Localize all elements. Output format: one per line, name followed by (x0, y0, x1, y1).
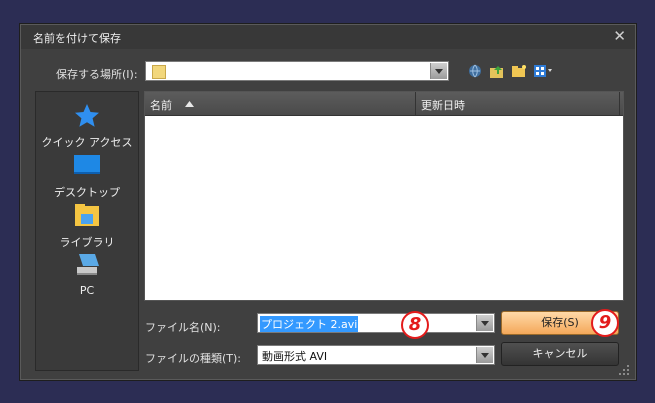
sort-ascending-icon (185, 101, 194, 107)
location-combo[interactable] (145, 61, 449, 81)
file-list[interactable]: 名前 更新日時 (144, 91, 624, 301)
sidebar-item-library[interactable]: ライブラリ (36, 202, 138, 250)
column-divider[interactable] (415, 92, 416, 115)
resize-grip[interactable] (619, 365, 629, 375)
sidebar-item-label: クイック アクセス (41, 136, 133, 149)
step-9-callout: 9 (591, 309, 619, 337)
folder-icon (152, 65, 166, 79)
sidebar-item-pc[interactable]: PC (36, 252, 138, 297)
column-header-name[interactable]: 名前 (150, 97, 172, 113)
pc-icon (77, 254, 99, 275)
up-folder-icon[interactable] (489, 63, 505, 79)
chevron-down-icon[interactable] (430, 63, 447, 79)
sidebar-item-label: PC (79, 284, 95, 297)
filetype-value: 動画形式 AVI (262, 350, 328, 363)
file-list-header: 名前 更新日時 (145, 92, 623, 116)
location-label: 保存する場所(I): (56, 68, 138, 81)
star-icon (75, 104, 99, 127)
sidebar-item-quick-access[interactable]: クイック アクセス (36, 102, 138, 150)
filename-field[interactable]: プロジェクト 2.avi (257, 313, 495, 333)
sidebar-item-desktop[interactable]: デスクトップ (36, 152, 138, 200)
column-header-modified[interactable]: 更新日時 (421, 97, 465, 113)
places-sidebar: クイック アクセス デスクトップ ライブラリ PC (35, 91, 139, 371)
chevron-down-icon[interactable] (476, 315, 493, 331)
filetype-select[interactable]: 動画形式 AVI (257, 345, 495, 365)
library-icon (75, 204, 99, 226)
step-8-callout: 8 (401, 311, 429, 339)
cancel-button[interactable]: キャンセル (501, 342, 619, 366)
chevron-down-icon[interactable] (476, 347, 493, 363)
close-icon[interactable]: ✕ (613, 27, 626, 45)
save-as-dialog: 名前を付けて保存 ✕ 保存する場所(I): クイック アクセス デスクトップ ラ… (20, 24, 636, 380)
filename-label: ファイル名(N): (145, 321, 221, 334)
sidebar-item-label: ライブラリ (59, 236, 115, 249)
filetype-label: ファイルの種類(T): (145, 352, 242, 365)
new-folder-icon[interactable] (511, 63, 527, 79)
title-bar: 名前を付けて保存 ✕ (21, 25, 635, 49)
sidebar-item-label: デスクトップ (54, 186, 120, 199)
desktop-icon (74, 155, 100, 174)
window-title: 名前を付けて保存 (33, 32, 121, 45)
view-menu-icon[interactable] (533, 63, 553, 79)
filename-value: プロジェクト 2.avi (260, 316, 359, 332)
column-divider[interactable] (619, 92, 620, 115)
globe-back-icon[interactable] (467, 63, 483, 79)
